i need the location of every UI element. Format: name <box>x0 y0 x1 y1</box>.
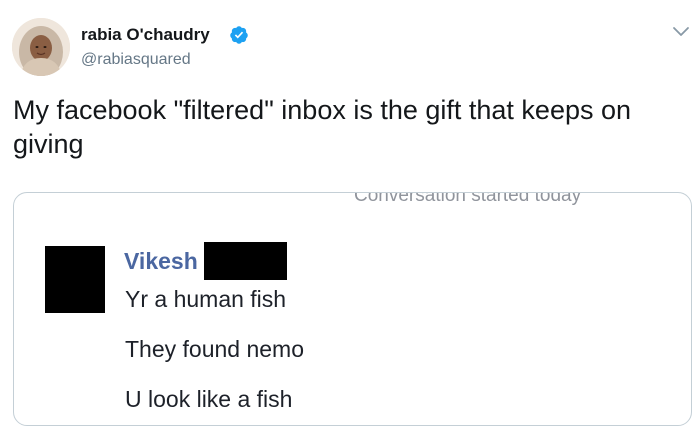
avatar-image <box>12 18 70 76</box>
author-handle[interactable]: @rabiasquared <box>81 50 191 70</box>
message-bubble: They found nemo <box>125 336 305 362</box>
attached-image[interactable]: Conversation started today Vikesh Yr a h… <box>13 192 692 426</box>
chevron-down-icon[interactable] <box>672 25 690 39</box>
redacted-last-name <box>204 242 287 280</box>
sender-name: Vikesh <box>124 248 198 274</box>
redacted-profile-photo <box>45 246 105 313</box>
verified-badge-icon <box>230 26 248 44</box>
author-display-name[interactable]: rabia O'chaudry <box>81 25 210 45</box>
message-bubble: Yr a human fish <box>125 286 287 312</box>
message-bubble: U look like a fish <box>125 386 293 412</box>
tweet-text: My facebook "filtered" inbox is the gift… <box>13 95 632 159</box>
conversation-started-label: Conversation started today <box>354 192 582 206</box>
avatar[interactable] <box>12 18 70 76</box>
